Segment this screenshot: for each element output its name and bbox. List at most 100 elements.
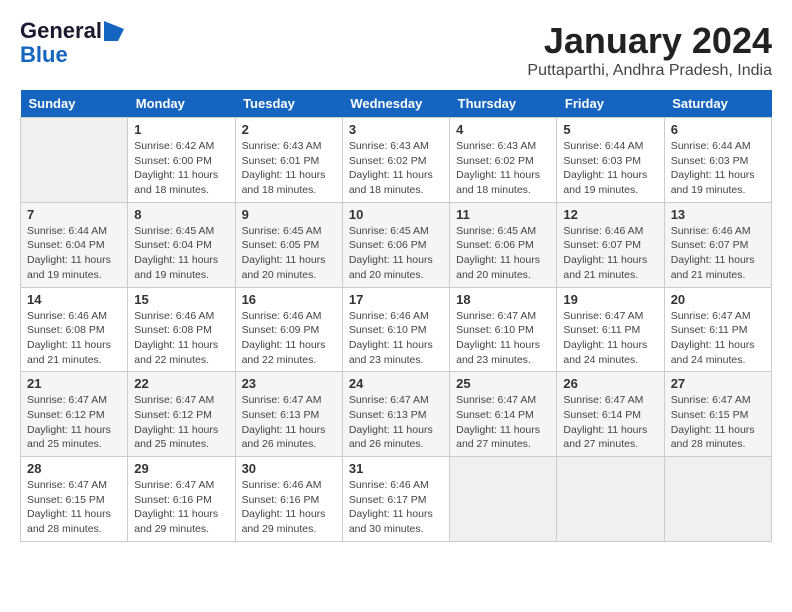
title-section: January 2024 Puttaparthi, Andhra Pradesh…	[527, 20, 772, 80]
day-number: 6	[671, 122, 765, 137]
calendar-cell: 13 Sunrise: 6:46 AM Sunset: 6:07 PM Dayl…	[664, 202, 771, 287]
day-info: Sunrise: 6:47 AM Sunset: 6:14 PM Dayligh…	[456, 393, 550, 452]
day-info: Sunrise: 6:46 AM Sunset: 6:17 PM Dayligh…	[349, 478, 443, 537]
day-info: Sunrise: 6:46 AM Sunset: 6:08 PM Dayligh…	[134, 309, 228, 368]
calendar-cell: 12 Sunrise: 6:46 AM Sunset: 6:07 PM Dayl…	[557, 202, 664, 287]
day-number: 8	[134, 207, 228, 222]
day-info: Sunrise: 6:43 AM Sunset: 6:02 PM Dayligh…	[456, 139, 550, 198]
calendar-cell: 16 Sunrise: 6:46 AM Sunset: 6:09 PM Dayl…	[235, 287, 342, 372]
day-number: 17	[349, 292, 443, 307]
calendar-row: 21 Sunrise: 6:47 AM Sunset: 6:12 PM Dayl…	[21, 372, 772, 457]
day-info: Sunrise: 6:46 AM Sunset: 6:09 PM Dayligh…	[242, 309, 336, 368]
calendar-cell: 10 Sunrise: 6:45 AM Sunset: 6:06 PM Dayl…	[342, 202, 449, 287]
day-number: 26	[563, 376, 657, 391]
calendar-cell: 5 Sunrise: 6:44 AM Sunset: 6:03 PM Dayli…	[557, 118, 664, 203]
calendar-cell: 3 Sunrise: 6:43 AM Sunset: 6:02 PM Dayli…	[342, 118, 449, 203]
day-number: 15	[134, 292, 228, 307]
calendar-cell: 26 Sunrise: 6:47 AM Sunset: 6:14 PM Dayl…	[557, 372, 664, 457]
day-info: Sunrise: 6:47 AM Sunset: 6:13 PM Dayligh…	[349, 393, 443, 452]
logo-blue: Blue	[20, 42, 68, 67]
calendar-cell: 27 Sunrise: 6:47 AM Sunset: 6:15 PM Dayl…	[664, 372, 771, 457]
calendar-cell: 30 Sunrise: 6:46 AM Sunset: 6:16 PM Dayl…	[235, 457, 342, 542]
day-info: Sunrise: 6:42 AM Sunset: 6:00 PM Dayligh…	[134, 139, 228, 198]
day-number: 30	[242, 461, 336, 476]
day-number: 23	[242, 376, 336, 391]
month-title: January 2024	[527, 20, 772, 62]
calendar-cell: 22 Sunrise: 6:47 AM Sunset: 6:12 PM Dayl…	[128, 372, 235, 457]
calendar-cell	[450, 457, 557, 542]
logo-general: General	[20, 20, 102, 42]
day-info: Sunrise: 6:46 AM Sunset: 6:08 PM Dayligh…	[27, 309, 121, 368]
logo-triangle-icon	[104, 21, 124, 41]
calendar-row: 14 Sunrise: 6:46 AM Sunset: 6:08 PM Dayl…	[21, 287, 772, 372]
day-info: Sunrise: 6:46 AM Sunset: 6:07 PM Dayligh…	[563, 224, 657, 283]
day-number: 1	[134, 122, 228, 137]
day-number: 12	[563, 207, 657, 222]
calendar-cell: 24 Sunrise: 6:47 AM Sunset: 6:13 PM Dayl…	[342, 372, 449, 457]
day-number: 24	[349, 376, 443, 391]
day-number: 18	[456, 292, 550, 307]
header-saturday: Saturday	[664, 90, 771, 118]
calendar-cell: 1 Sunrise: 6:42 AM Sunset: 6:00 PM Dayli…	[128, 118, 235, 203]
calendar-cell	[557, 457, 664, 542]
day-number: 10	[349, 207, 443, 222]
day-info: Sunrise: 6:47 AM Sunset: 6:15 PM Dayligh…	[671, 393, 765, 452]
calendar-row: 1 Sunrise: 6:42 AM Sunset: 6:00 PM Dayli…	[21, 118, 772, 203]
day-info: Sunrise: 6:47 AM Sunset: 6:13 PM Dayligh…	[242, 393, 336, 452]
day-number: 21	[27, 376, 121, 391]
calendar-row: 28 Sunrise: 6:47 AM Sunset: 6:15 PM Dayl…	[21, 457, 772, 542]
day-number: 31	[349, 461, 443, 476]
calendar-cell: 8 Sunrise: 6:45 AM Sunset: 6:04 PM Dayli…	[128, 202, 235, 287]
calendar-cell: 19 Sunrise: 6:47 AM Sunset: 6:11 PM Dayl…	[557, 287, 664, 372]
day-info: Sunrise: 6:46 AM Sunset: 6:16 PM Dayligh…	[242, 478, 336, 537]
day-info: Sunrise: 6:43 AM Sunset: 6:02 PM Dayligh…	[349, 139, 443, 198]
day-number: 3	[349, 122, 443, 137]
day-info: Sunrise: 6:47 AM Sunset: 6:15 PM Dayligh…	[27, 478, 121, 537]
day-info: Sunrise: 6:45 AM Sunset: 6:04 PM Dayligh…	[134, 224, 228, 283]
day-info: Sunrise: 6:47 AM Sunset: 6:12 PM Dayligh…	[134, 393, 228, 452]
day-info: Sunrise: 6:45 AM Sunset: 6:06 PM Dayligh…	[456, 224, 550, 283]
day-info: Sunrise: 6:44 AM Sunset: 6:04 PM Dayligh…	[27, 224, 121, 283]
day-number: 9	[242, 207, 336, 222]
header-friday: Friday	[557, 90, 664, 118]
calendar-cell: 17 Sunrise: 6:46 AM Sunset: 6:10 PM Dayl…	[342, 287, 449, 372]
calendar-cell: 4 Sunrise: 6:43 AM Sunset: 6:02 PM Dayli…	[450, 118, 557, 203]
calendar-cell: 28 Sunrise: 6:47 AM Sunset: 6:15 PM Dayl…	[21, 457, 128, 542]
day-number: 27	[671, 376, 765, 391]
calendar-cell: 20 Sunrise: 6:47 AM Sunset: 6:11 PM Dayl…	[664, 287, 771, 372]
header-monday: Monday	[128, 90, 235, 118]
day-number: 25	[456, 376, 550, 391]
header-thursday: Thursday	[450, 90, 557, 118]
calendar-cell: 31 Sunrise: 6:46 AM Sunset: 6:17 PM Dayl…	[342, 457, 449, 542]
day-number: 28	[27, 461, 121, 476]
calendar-cell	[664, 457, 771, 542]
calendar-cell: 6 Sunrise: 6:44 AM Sunset: 6:03 PM Dayli…	[664, 118, 771, 203]
calendar-cell: 2 Sunrise: 6:43 AM Sunset: 6:01 PM Dayli…	[235, 118, 342, 203]
day-info: Sunrise: 6:47 AM Sunset: 6:11 PM Dayligh…	[563, 309, 657, 368]
header-tuesday: Tuesday	[235, 90, 342, 118]
calendar-cell: 23 Sunrise: 6:47 AM Sunset: 6:13 PM Dayl…	[235, 372, 342, 457]
day-info: Sunrise: 6:47 AM Sunset: 6:10 PM Dayligh…	[456, 309, 550, 368]
day-number: 19	[563, 292, 657, 307]
day-number: 22	[134, 376, 228, 391]
day-info: Sunrise: 6:47 AM Sunset: 6:16 PM Dayligh…	[134, 478, 228, 537]
day-number: 13	[671, 207, 765, 222]
calendar-header-row: Sunday Monday Tuesday Wednesday Thursday…	[21, 90, 772, 118]
calendar-cell	[21, 118, 128, 203]
logo: General Blue	[20, 20, 120, 80]
day-info: Sunrise: 6:45 AM Sunset: 6:06 PM Dayligh…	[349, 224, 443, 283]
calendar-cell: 25 Sunrise: 6:47 AM Sunset: 6:14 PM Dayl…	[450, 372, 557, 457]
header: General Blue January 2024 Puttaparthi, A…	[20, 20, 772, 80]
day-number: 14	[27, 292, 121, 307]
calendar-cell: 7 Sunrise: 6:44 AM Sunset: 6:04 PM Dayli…	[21, 202, 128, 287]
calendar-cell: 29 Sunrise: 6:47 AM Sunset: 6:16 PM Dayl…	[128, 457, 235, 542]
calendar-cell: 11 Sunrise: 6:45 AM Sunset: 6:06 PM Dayl…	[450, 202, 557, 287]
day-number: 16	[242, 292, 336, 307]
day-info: Sunrise: 6:43 AM Sunset: 6:01 PM Dayligh…	[242, 139, 336, 198]
day-info: Sunrise: 6:45 AM Sunset: 6:05 PM Dayligh…	[242, 224, 336, 283]
location-title: Puttaparthi, Andhra Pradesh, India	[527, 62, 772, 80]
header-sunday: Sunday	[21, 90, 128, 118]
calendar-cell: 21 Sunrise: 6:47 AM Sunset: 6:12 PM Dayl…	[21, 372, 128, 457]
calendar-cell: 9 Sunrise: 6:45 AM Sunset: 6:05 PM Dayli…	[235, 202, 342, 287]
day-number: 5	[563, 122, 657, 137]
